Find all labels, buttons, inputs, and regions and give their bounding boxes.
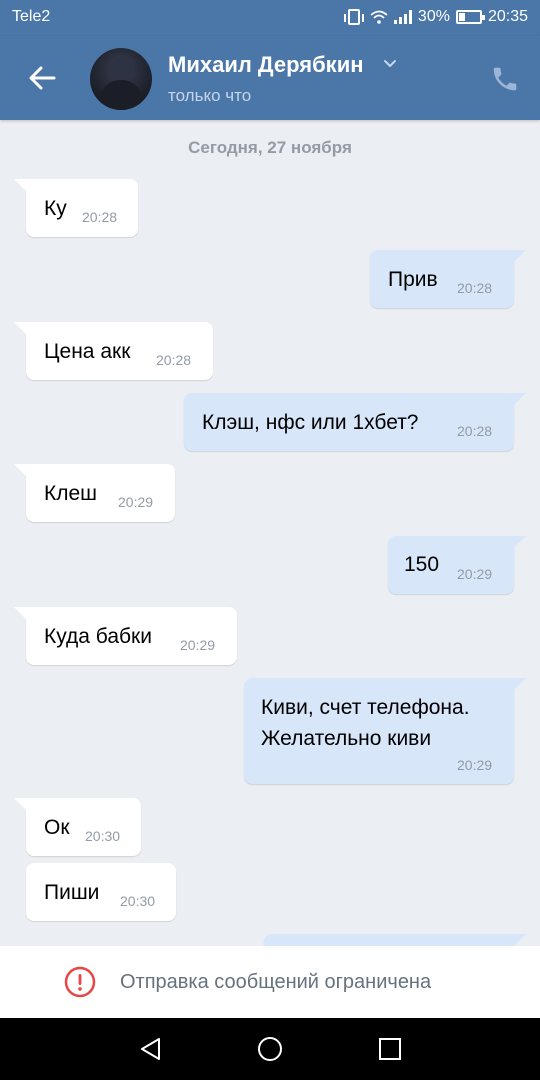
arrow-left-icon[interactable] <box>24 60 60 96</box>
message-text: Пиши <box>44 881 100 904</box>
avatar[interactable] <box>90 48 152 110</box>
date-separator: Сегодня, 27 ноября <box>188 138 352 157</box>
message-time: 20:28 <box>156 352 192 368</box>
message-time: 20:28 <box>82 209 118 225</box>
nav-recents-icon[interactable] <box>376 1035 404 1063</box>
bubble-tail <box>508 536 526 554</box>
carrier-label: Tele2 <box>12 8 51 25</box>
message-incoming[interactable]: Ок 20:30 <box>14 798 141 856</box>
message-text: Киви, счет телефона. <box>261 696 470 719</box>
contact-status: только что <box>168 86 252 105</box>
signal-icon <box>393 10 412 24</box>
message-outgoing[interactable]: 150 20:29 <box>388 536 526 594</box>
message-text: Ок <box>44 816 70 839</box>
bubble-tail <box>14 464 32 482</box>
message-outgoing[interactable]: Прив 20:28 <box>370 250 526 308</box>
wifi-icon <box>370 10 388 24</box>
bubble-tail <box>508 393 526 411</box>
nav-back-icon[interactable] <box>137 1035 165 1063</box>
phone-icon[interactable] <box>490 64 520 94</box>
battery-icon <box>455 10 485 24</box>
message-incoming[interactable]: Куда бабки 20:29 <box>14 607 237 665</box>
battery-level <box>458 13 465 21</box>
chat-header: Михаил Дерябкин только что <box>0 36 540 120</box>
message-time: 20:28 <box>457 423 493 439</box>
messaging-restricted-bar: Отправка сообщений ограничена <box>0 946 540 1018</box>
bubble-tail <box>14 607 32 625</box>
alert-circle-icon <box>64 966 96 998</box>
message-time: 20:29 <box>118 494 154 510</box>
nav-home-icon[interactable] <box>256 1035 284 1063</box>
status-bar: Tele2 30% 20:35 <box>0 0 540 36</box>
status-icons: 30% 20:35 <box>343 8 528 26</box>
message-incoming[interactable]: Цена акк 20:28 <box>14 322 213 380</box>
message-text-line-2: Желательно киви <box>261 727 432 750</box>
message-time: 20:30 <box>85 828 121 844</box>
bubble-tail <box>14 798 32 816</box>
message-time: 20:29 <box>457 757 493 773</box>
message-text: Цена акк <box>44 340 131 363</box>
battery-percent: 30% <box>417 8 450 25</box>
message-text: Клеш <box>44 482 98 505</box>
vibrate-icon <box>343 9 364 25</box>
message-time: 20:29 <box>457 566 493 582</box>
clock: 20:35 <box>487 8 528 25</box>
message-incoming[interactable]: Ку 20:28 <box>14 179 138 237</box>
bubble-tail <box>508 250 526 268</box>
bubble-tail <box>14 322 32 340</box>
message-text: 150 <box>404 553 440 576</box>
message-text: Клэш, нфс или 1хбет? <box>202 411 419 434</box>
system-nav-bar <box>0 1018 540 1080</box>
message-time: 20:30 <box>120 893 156 909</box>
bubble-tail <box>508 678 526 696</box>
restricted-text: Отправка сообщений ограничена <box>120 971 432 993</box>
contact-name[interactable]: Михаил Дерябкин <box>168 52 364 78</box>
message-time: 20:29 <box>180 637 216 653</box>
message-text: Прив <box>388 268 438 291</box>
message-outgoing[interactable]: Клэш, нфс или 1хбет? 20:28 <box>184 393 526 451</box>
message-incoming[interactable]: Пиши 20:30 <box>26 863 176 921</box>
message-incoming[interactable]: Клеш 20:29 <box>14 464 175 522</box>
message-outgoing[interactable]: Киви, счет телефона. Желательно киви 20:… <box>244 678 526 784</box>
chevron-down-icon[interactable] <box>382 56 398 72</box>
message-time: 20:28 <box>457 280 493 296</box>
message-text: Ку <box>44 197 67 220</box>
bubble-tail <box>14 179 32 197</box>
message-text: Куда бабки <box>44 625 152 648</box>
